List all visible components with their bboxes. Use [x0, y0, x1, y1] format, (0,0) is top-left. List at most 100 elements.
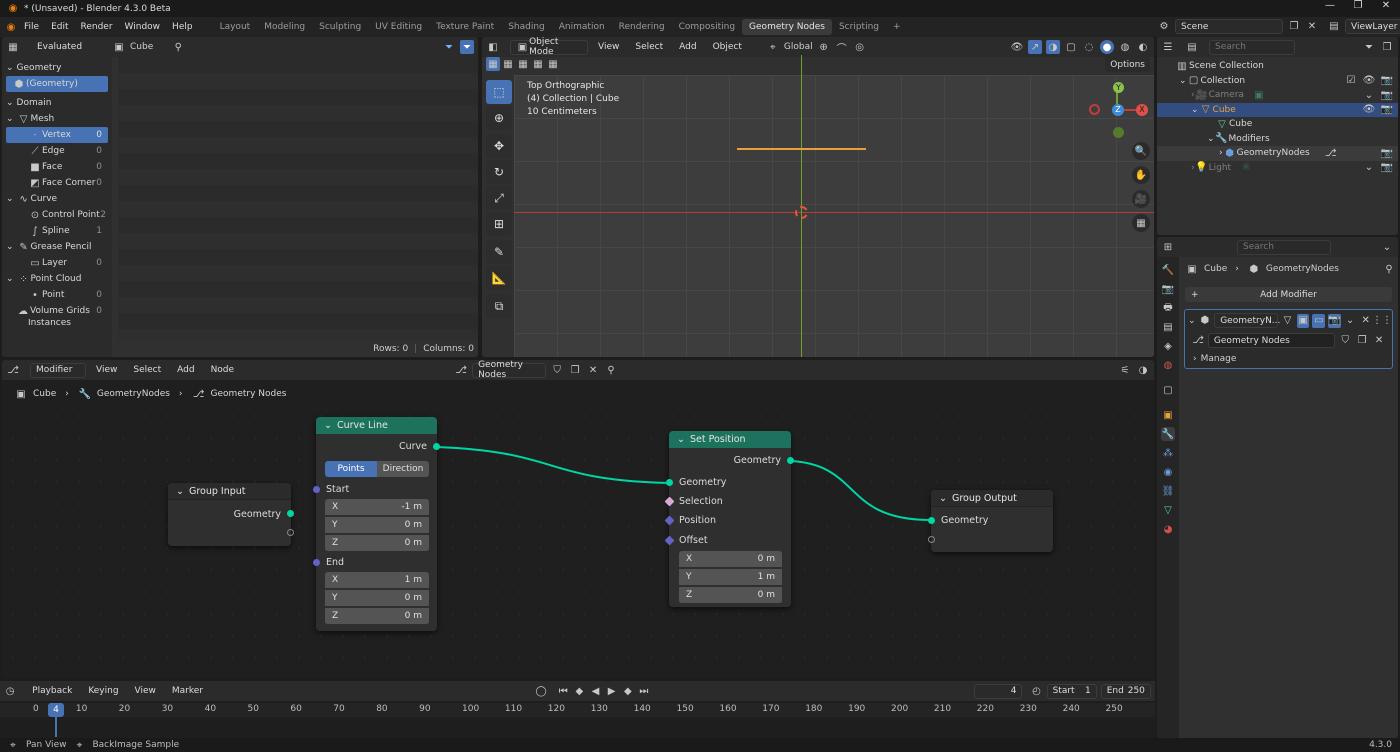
tool-tab-icon[interactable]: 🔨	[1161, 263, 1175, 277]
camera-render-icon[interactable]: 📷	[1380, 161, 1394, 175]
outliner-row-modifiers[interactable]: ⌄ 🔧 Modifiers	[1157, 132, 1398, 147]
shading-material-icon[interactable]: ◍	[1118, 40, 1132, 54]
material-tab-icon[interactable]: ◕	[1161, 522, 1175, 536]
modifier-menu-icon[interactable]: ⌄	[1344, 314, 1357, 328]
start-frame-field[interactable]: Start 1	[1046, 683, 1097, 699]
pin-icon[interactable]: ⚲	[1382, 262, 1396, 276]
move-tool[interactable]: ✥	[486, 134, 512, 158]
add-cube-tool[interactable]: ⧉	[486, 294, 512, 318]
domain-face[interactable]: ■ Face 0	[6, 159, 108, 175]
outliner-row-light[interactable]: › 💡 Light ☼ ⌄ 📷	[1157, 161, 1398, 176]
gizmo-x-axis[interactable]: X	[1136, 104, 1148, 116]
unlink-icon[interactable]: ✕	[1372, 334, 1386, 348]
camera-render-icon[interactable]: 📷	[1380, 103, 1394, 117]
curve-line-header[interactable]: ⌄ Curve Line	[316, 417, 437, 434]
viewport-menu-select[interactable]: Select	[629, 42, 669, 52]
viewport-toggle-icon[interactable]: ▣	[1296, 313, 1310, 328]
camera-render-icon[interactable]: 📷	[1380, 74, 1394, 88]
viewport-menu-view[interactable]: View	[592, 42, 625, 52]
group-output-geometry-socket[interactable]	[928, 517, 935, 524]
group-input-node[interactable]: ⌄ Group Input Geometry	[168, 483, 294, 546]
outliner-row-cube-mesh[interactable]: ▽ Cube	[1157, 117, 1398, 132]
modifier-name-field[interactable]: GeometryN...	[1214, 313, 1280, 328]
geometry-input-socket[interactable]	[666, 479, 673, 486]
transform-orientation-icon[interactable]: ⌖	[766, 40, 780, 54]
shading-wireframe-icon[interactable]: ◌	[1082, 40, 1096, 54]
end-socket[interactable]	[313, 559, 320, 566]
overlay-toggle-icon[interactable]: ◑	[1046, 40, 1060, 54]
checkbox-icon[interactable]: ☑	[1344, 74, 1358, 88]
tab-animation[interactable]: Animation	[552, 19, 612, 35]
new-collection-icon[interactable]: ❐	[1380, 40, 1394, 54]
outliner-search-input[interactable]: Search	[1209, 39, 1295, 55]
eye-closed-icon[interactable]: ⌄	[1362, 161, 1376, 175]
drag-handle-icon[interactable]: ⋮⋮	[1372, 314, 1392, 328]
particles-tab-icon[interactable]: ⁂	[1161, 446, 1175, 460]
editor-type-icon[interactable]: ▦	[6, 40, 20, 54]
transform-tool[interactable]: ⊞	[486, 212, 512, 236]
set-position-node[interactable]: ⌄ Set Position Geometry Geometry Selectio…	[664, 431, 794, 607]
domain-edge[interactable]: ⟋ Edge 0	[6, 143, 108, 159]
render-tab-icon[interactable]: 📷	[1161, 282, 1175, 296]
offset-z-field[interactable]: Z0 m	[679, 587, 782, 604]
output-tab-icon[interactable]: 🖶	[1161, 301, 1175, 315]
gizmo-toggle-icon[interactable]: ↗	[1028, 40, 1042, 54]
camera-view-icon[interactable]: 🎥	[1132, 190, 1150, 208]
viewport-menu-add[interactable]: Add	[673, 42, 702, 52]
select-extend-icon[interactable]: ▦	[501, 57, 515, 71]
domain-control-point[interactable]: ⊙ Control Point 2	[6, 207, 108, 223]
data-tab-icon[interactable]: ▽	[1161, 503, 1175, 517]
select-intersect-icon[interactable]: ▦	[546, 57, 560, 71]
domain-point[interactable]: • Point 0	[6, 287, 108, 303]
outliner-row-cube[interactable]: ⌄ ▽ Cube 👁 📷	[1157, 102, 1398, 117]
domain-vertex[interactable]: ⋅ Vertex 0	[6, 127, 108, 143]
display-mode-icon[interactable]: ▤	[1185, 40, 1199, 54]
editor-type-icon[interactable]: ◧	[486, 40, 500, 54]
xray-icon[interactable]: ▢	[1064, 40, 1078, 54]
filter-icon[interactable]: ⏷	[442, 40, 456, 54]
jump-end-icon[interactable]: ⏭	[638, 684, 650, 698]
scale-tool[interactable]: ⤢	[486, 186, 512, 210]
geometry-item[interactable]: ⬢ (Geometry)	[6, 76, 108, 92]
outliner-editor-icon[interactable]: ☰	[1161, 40, 1175, 54]
rotate-tool[interactable]: ↻	[486, 160, 512, 184]
gizmo-y-axis[interactable]: Y	[1113, 82, 1124, 93]
scene-tab-icon[interactable]: ◈	[1161, 339, 1175, 353]
playhead[interactable]: 4	[48, 703, 64, 717]
preview-range-icon[interactable]: ◴	[1030, 684, 1042, 698]
eye-icon[interactable]: 👁	[1362, 103, 1376, 117]
view-layer-field[interactable]: ViewLayer	[1345, 19, 1400, 34]
remove-modifier-icon[interactable]: ✕	[1359, 314, 1372, 328]
collection-tab-icon[interactable]: ▢	[1161, 383, 1175, 397]
curve-line-node[interactable]: ⌄ Curve Line Curve Points Direction Start…	[313, 417, 440, 631]
set-position-output-socket[interactable]	[787, 457, 794, 464]
cursor-tool[interactable]: ⊕	[486, 106, 512, 130]
tab-geometry-nodes[interactable]: Geometry Nodes	[742, 19, 832, 35]
mode-dropdown[interactable]: ▣ Object Mode	[510, 37, 588, 57]
evaluation-dropdown[interactable]: Evaluated	[32, 40, 104, 55]
domain-face-corner[interactable]: ◩ Face Corner 0	[6, 175, 108, 191]
group-output-header[interactable]: ⌄ Group Output	[931, 490, 1053, 507]
measure-tool[interactable]: 📐	[486, 266, 512, 290]
curve-line-object[interactable]	[737, 148, 866, 150]
current-frame-field[interactable]: 4	[974, 683, 1023, 699]
tab-shading[interactable]: Shading	[501, 19, 552, 35]
transform-orientation-dropdown[interactable]: Global	[784, 42, 813, 52]
menu-edit[interactable]: Edit	[45, 22, 74, 32]
end-z-field[interactable]: Z0 m	[325, 608, 429, 625]
shading-rendered-icon[interactable]: ◐	[1136, 40, 1150, 54]
tab-scripting[interactable]: Scripting	[832, 19, 886, 35]
prev-keyframe-icon[interactable]: ◆	[573, 684, 585, 698]
start-y-field[interactable]: Y0 m	[325, 517, 429, 534]
zoom-icon[interactable]: 🔍	[1132, 142, 1150, 160]
timeline-marker-menu[interactable]: Marker	[166, 686, 209, 696]
pin-icon[interactable]: ⚲	[171, 40, 185, 54]
grease-pencil-item[interactable]: ⌄ ✎ Grease Pencil	[6, 239, 108, 255]
start-z-field[interactable]: Z0 m	[325, 535, 429, 552]
annotate-tool[interactable]: ✎	[486, 240, 512, 264]
camera-render-icon[interactable]: 📷	[1380, 88, 1394, 102]
constraints-tab-icon[interactable]: ⛓	[1161, 484, 1175, 498]
node-group-field[interactable]: Geometry Nodes	[1207, 333, 1336, 348]
realtime-toggle-icon[interactable]: ▭	[1312, 313, 1326, 328]
outliner-row-camera[interactable]: › 🎥 Camera ▣ ⌄ 📷	[1157, 88, 1398, 103]
